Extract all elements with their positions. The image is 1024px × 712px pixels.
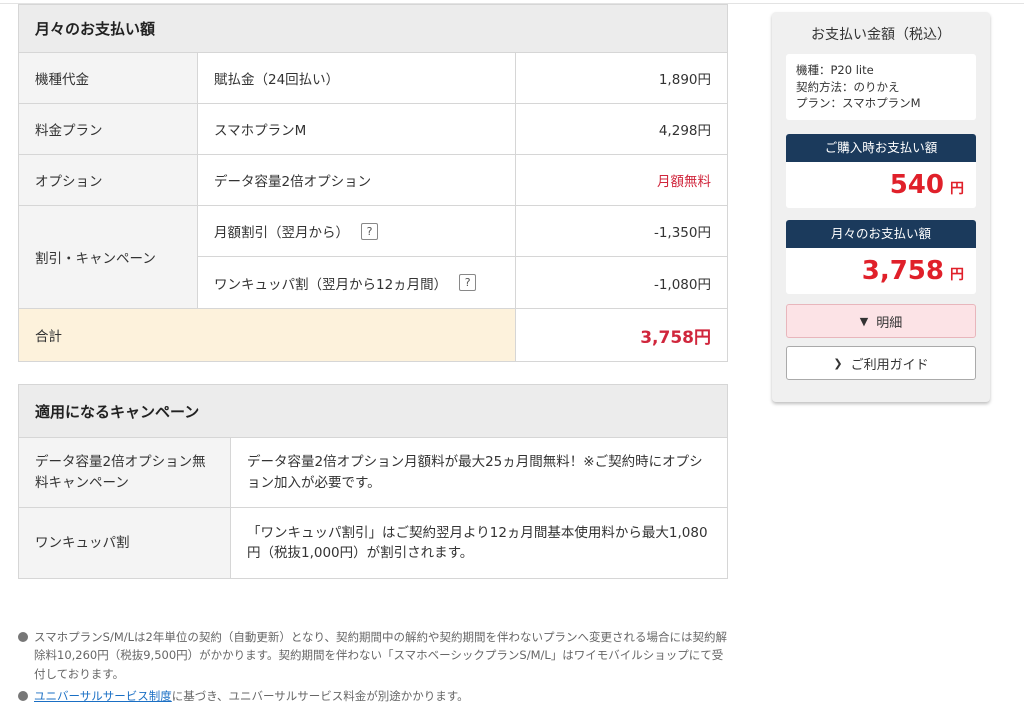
option-desc: データ容量2倍オプション (198, 155, 516, 205)
plan-label: 料金プラン (19, 104, 198, 154)
campaign-row: ワンキュッパ割 「ワンキュッパ割引」はご契約翌月より12ヵ月間基本使用料から最大… (19, 508, 727, 578)
monthly-unit: 円 (950, 267, 964, 284)
option-label: オプション (19, 155, 198, 205)
purchase-unit: 円 (950, 181, 964, 198)
campaign-label: データ容量2倍オプション無料キャンペーン (19, 438, 231, 507)
discount-desc: 月額割引（翌月から） ? (198, 206, 516, 256)
sidebar-title: お支払い金額（税込） (811, 27, 951, 43)
guide-button-label: ご利用ガイド (850, 357, 929, 373)
guide-button[interactable]: ❯ ご利用ガイド (786, 346, 976, 381)
discount-group: 割引・キャンペーン 月額割引（翌月から） ? -1,350円 ワンキュッパ割（翌… (19, 206, 727, 309)
monthly-payment-table: 月々のお支払い額 機種代金 賦払金（24回払い） 1,890円 料金プラン スマ… (18, 4, 728, 362)
discount-row: 月額割引（翌月から） ? -1,350円 (198, 206, 727, 257)
device-value: 1,890円 (658, 72, 711, 88)
monthly-amount: 3,758 (861, 256, 944, 287)
help-icon[interactable]: ? (459, 274, 477, 291)
campaign-heading: 適用になるキャンペーン (19, 385, 727, 438)
campaign-table: 適用になるキャンペーン データ容量2倍オプション無料キャンペーン データ容量2倍… (18, 384, 728, 579)
plan-desc: スマホプランM (198, 104, 516, 154)
contract-info: 機種：P20 lite 契約方法：のりかえ プラン：スマホプランM (786, 54, 976, 121)
chevron-down-icon: ▼ (859, 314, 869, 328)
device-row: 機種代金 賦払金（24回払い） 1,890円 (19, 53, 727, 104)
device-label: 機種代金 (19, 53, 198, 103)
campaign-label: ワンキュッパ割 (19, 508, 231, 578)
method-info: 契約方法：のりかえ (796, 79, 900, 94)
device-desc: 賦払金（24回払い） (198, 53, 516, 103)
monthly-payment-box: 月々のお支払い額 3,758 円 (786, 220, 976, 295)
option-value: 月額無料 (657, 174, 711, 190)
purchase-payment-label: ご購入時お支払い額 (786, 134, 976, 163)
discount-value: -1,350円 (653, 225, 711, 241)
discount-desc-text: ワンキュッパ割（翌月から12ヵ月間） (214, 276, 448, 293)
bullet-icon (18, 632, 28, 642)
discount-row: ワンキュッパ割（翌月から12ヵ月間） ? -1,080円 (198, 257, 727, 308)
bullet-icon (18, 691, 28, 702)
discount-label: 割引・キャンペーン (19, 206, 198, 308)
total-value: 3,758円 (640, 327, 711, 348)
plan-row: 料金プラン スマホプランM 4,298円 (19, 104, 727, 155)
payment-summary-sidebar: お支払い金額（税込） 機種：P20 lite 契約方法：のりかえ プラン：スマホ… (772, 12, 990, 402)
purchase-payment-box: ご購入時お支払い額 540 円 (786, 134, 976, 209)
total-label: 合計 (19, 309, 516, 361)
notes: スマホプランS/M/Lは2年単位の契約（自動更新）となり、契約期間中の解約や契約… (18, 628, 728, 710)
detail-button[interactable]: ▼ 明細 (786, 304, 976, 339)
monthly-payment-heading: 月々のお支払い額 (19, 5, 727, 53)
monthly-payment-label: 月々のお支払い額 (786, 220, 976, 249)
discount-value: -1,080円 (653, 276, 711, 293)
note-item: スマホプランS/M/Lは2年単位の契約（自動更新）となり、契約期間中の解約や契約… (18, 628, 728, 683)
universal-service-link[interactable]: ユニバーサルサービス制度 (34, 689, 172, 703)
plan-info: プラン：スマホプランM (796, 96, 921, 111)
note-item: ユニバーサルサービス制度に基づき、ユニバーサルサービス料金が別途かかります。 (18, 687, 728, 705)
model-info: 機種：P20 lite (796, 63, 874, 77)
detail-button-label: 明細 (876, 315, 903, 331)
plan-value: 4,298円 (658, 123, 711, 139)
note-text: スマホプランS/M/Lは2年単位の契約（自動更新）となり、契約期間中の解約や契約… (34, 630, 728, 681)
discount-desc-text: 月額割引（翌月から） (214, 225, 349, 241)
note-text: に基づき、ユニバーサルサービス料金が別途かかります。 (171, 689, 469, 704)
total-row: 合計 3,758円 (19, 309, 727, 361)
option-row: オプション データ容量2倍オプション 月額無料 (19, 155, 727, 206)
campaign-desc: 「ワンキュッパ割引」はご契約翌月より12ヵ月間基本使用料から最大1,080円（税… (247, 524, 708, 561)
campaign-desc: データ容量2倍オプション月額料が最大25ヵ月間無料！※ご契約時にオプション加入が… (247, 454, 703, 491)
discount-desc: ワンキュッパ割（翌月から12ヵ月間） ? (198, 257, 516, 308)
purchase-payment-value: 540 円 (786, 162, 976, 208)
purchase-amount: 540 (889, 170, 944, 201)
monthly-payment-value: 3,758 円 (786, 248, 976, 294)
chevron-right-icon: ❯ (833, 356, 843, 370)
campaign-row: データ容量2倍オプション無料キャンペーン データ容量2倍オプション月額料が最大2… (19, 438, 727, 508)
help-icon[interactable]: ? (361, 222, 378, 240)
